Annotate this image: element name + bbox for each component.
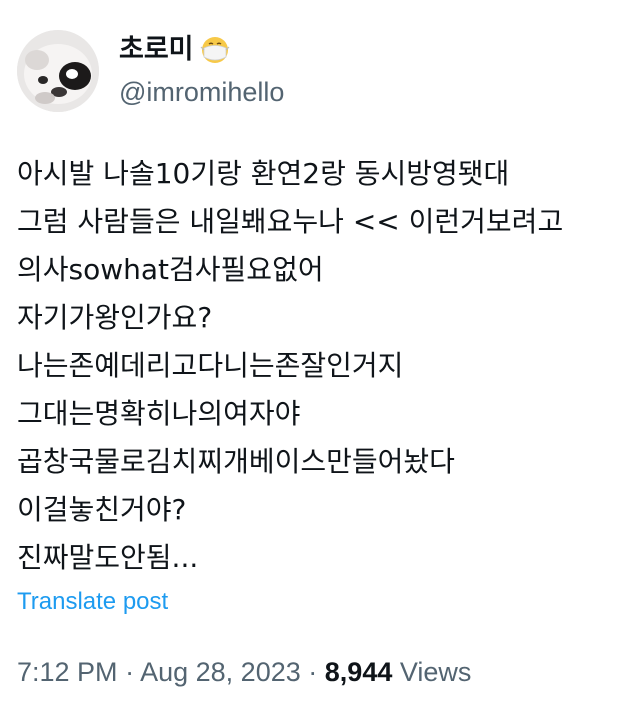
tweet-meta: 7:12 PM · Aug 28, 2023 · 8,944 Views [17,654,471,690]
tweet-line: 그럼 사람들은 내일봬요누나 << 이런거보려고 [17,205,564,238]
tweet-line: 자기가왕인가요? [17,301,213,334]
author-block: 초로미 @imromihello [119,33,284,109]
tweet-card: 초로미 @imromihello 아시발 나솔10기랑 환연2랑 동시방영됏대 … [0,0,630,718]
masked-face-icon [200,37,229,63]
meta-separator: · [125,657,135,687]
display-name-row[interactable]: 초로미 [119,33,284,67]
post-date[interactable]: Aug 28, 2023 [140,657,301,687]
tweet-line: 곱창국물로김치찌개베이스만들어놨다 [17,445,455,478]
tweet-line: 이걸놓친거야? [17,493,187,526]
handle[interactable]: @imromihello [119,75,284,109]
avatar-image [17,30,99,112]
views-label: Views [399,657,472,687]
avatar[interactable] [17,30,99,112]
views-count: 8,944 [324,657,393,687]
tweet-line: 의사sowhat검사필요없어 [17,253,324,286]
tweet-line: 나는존예데리고다니는존잘인거지 [17,349,404,382]
meta-separator: · [308,657,318,687]
tweet-line: 진짜말도안됨... [17,541,199,574]
tweet-text: 아시발 나솔10기랑 환연2랑 동시방영됏대 그럼 사람들은 내일봬요누나 <<… [17,150,617,582]
post-time[interactable]: 7:12 PM [17,657,118,687]
tweet-line: 그대는명확히나의여자야 [17,397,301,430]
tweet-line: 아시발 나솔10기랑 환연2랑 동시방영됏대 [17,157,510,190]
translate-post-link[interactable]: Translate post [17,586,168,618]
display-name[interactable]: 초로미 [119,33,194,67]
